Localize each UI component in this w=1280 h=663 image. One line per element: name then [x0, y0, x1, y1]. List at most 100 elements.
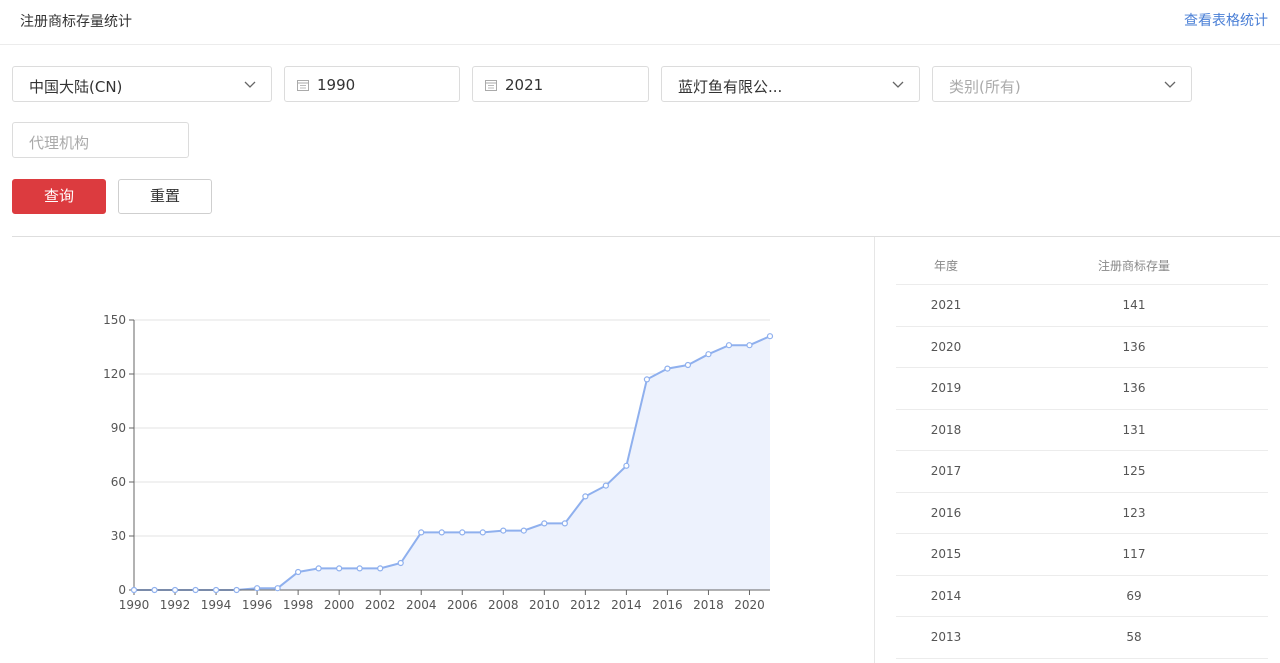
x-tick-label: 1998: [283, 598, 314, 612]
data-point: [274, 585, 281, 592]
stock-cell: 131: [1122, 422, 1146, 437]
table-row: 2014 69: [896, 576, 1268, 617]
chevron-down-icon: [1164, 81, 1176, 88]
data-point: [151, 586, 158, 594]
data-point: [459, 529, 466, 536]
y-tick-label: 90: [111, 421, 126, 435]
category-select-placeholder: 类别(所有): [949, 78, 1021, 96]
applicant-select-value: 蓝灯鱼有限公...: [678, 78, 783, 96]
year-cell: 2018: [930, 422, 962, 437]
table-row: 2018 131: [896, 410, 1268, 451]
stock-table: 年度 注册商标存量 2021 141 2020 136 2019 136 2018 131 20…: [896, 244, 1268, 659]
data-point: [479, 529, 486, 536]
stock-cell: 136: [1122, 381, 1146, 395]
x-tick-label: 2006: [447, 598, 478, 612]
year-cell: 2021: [930, 298, 962, 312]
stock-cell: 125: [1122, 464, 1146, 478]
stock-cell: 69: [1126, 588, 1142, 603]
stock-cell: 141: [1122, 298, 1146, 312]
calendar-icon: [297, 80, 309, 91]
page-header: 注册商标存量统计 查看表格统计: [0, 0, 1280, 45]
data-point: [295, 568, 302, 576]
stock-cell: 123: [1122, 505, 1146, 520]
page-title: 注册商标存量统计: [20, 14, 132, 30]
data-point: [602, 482, 609, 489]
panel-divider: [874, 237, 875, 663]
category-select[interactable]: 类别(所有): [932, 66, 1192, 102]
y-tick-label: 120: [103, 367, 126, 381]
year-cell: 2020: [930, 339, 962, 354]
y-tick-label: 150: [103, 313, 126, 327]
y-tick-label: 0: [118, 583, 126, 597]
agency-input[interactable]: 代理机构: [12, 122, 189, 158]
table-row: 2021 141: [896, 285, 1268, 327]
data-point: [212, 586, 220, 594]
data-point: [500, 527, 507, 534]
stock-cell: 136: [1122, 339, 1146, 354]
stock-cell: 117: [1122, 547, 1146, 561]
data-point: [233, 586, 240, 594]
data-point: [582, 493, 589, 500]
x-tick-label: 2004: [406, 598, 437, 612]
x-tick-label: 2002: [365, 598, 396, 612]
data-point: [561, 520, 568, 527]
start-year-value: 1990: [317, 76, 356, 94]
year-cell: 2016: [930, 505, 962, 520]
table-row: 2015 117: [896, 534, 1268, 576]
x-tick-label: 2018: [693, 598, 724, 612]
x-tick-label: 2010: [529, 598, 560, 612]
year-cell: 2013: [930, 630, 962, 644]
calendar-icon: [485, 80, 497, 91]
data-point: [438, 529, 445, 536]
data-point: [192, 586, 199, 594]
x-tick-label: 2014: [611, 598, 642, 612]
region-select-value: 中国大陆(CN): [29, 78, 123, 96]
end-year-value: 2021: [505, 76, 544, 94]
x-tick-label: 2012: [570, 598, 601, 612]
data-point: [623, 462, 630, 469]
query-button[interactable]: 查询: [12, 179, 106, 214]
start-year-picker[interactable]: 1990: [284, 66, 460, 102]
reset-button[interactable]: 重置: [118, 179, 212, 214]
chevron-down-icon: [892, 81, 904, 88]
data-point: [130, 586, 138, 594]
table-row: 2017 125: [896, 451, 1268, 493]
x-tick-label: 1990: [119, 598, 150, 612]
data-point: [315, 565, 322, 572]
data-point: [356, 565, 363, 572]
x-tick-label: 2000: [324, 598, 355, 612]
x-tick-label: 2020: [734, 598, 765, 612]
agency-input-placeholder: 代理机构: [29, 134, 90, 152]
data-point: [541, 520, 548, 527]
year-cell: 2019: [930, 381, 962, 395]
x-tick-label: 1996: [242, 598, 273, 612]
year-cell: 2015: [930, 547, 962, 561]
y-tick-label: 30: [111, 529, 126, 543]
year-cell: 2014: [930, 588, 962, 603]
x-tick-label: 1994: [201, 598, 232, 612]
y-tick-label: 60: [111, 475, 126, 489]
x-tick-label: 2016: [652, 598, 683, 612]
view-table-link[interactable]: 查看表格统计: [1184, 10, 1268, 30]
applicant-select[interactable]: 蓝灯鱼有限公...: [661, 66, 920, 102]
data-point: [766, 333, 774, 340]
data-point: [520, 527, 527, 534]
data-point: [418, 529, 425, 536]
data-point: [397, 559, 404, 567]
trademark-stock-chart: 0 30 60 90 120 150 1990 1992 1994 1996 1998 2000 200…: [103, 313, 774, 612]
x-tick-label: 2008: [488, 598, 519, 612]
table-row: 2020 136: [896, 327, 1268, 368]
chevron-down-icon: [244, 81, 256, 88]
data-point: [643, 376, 651, 383]
region-select[interactable]: 中国大陆(CN): [12, 66, 272, 102]
stock-cell: 58: [1126, 630, 1142, 644]
x-tick-label: 1992: [160, 598, 191, 612]
data-point: [684, 361, 692, 369]
data-point: [253, 585, 261, 592]
data-point: [725, 342, 733, 349]
table-row: 2016 123: [896, 493, 1268, 534]
end-year-picker[interactable]: 2021: [472, 66, 649, 102]
data-point: [746, 342, 753, 349]
header-stock: 注册商标存量: [1097, 259, 1170, 273]
table-row: 2019 136: [896, 368, 1268, 410]
